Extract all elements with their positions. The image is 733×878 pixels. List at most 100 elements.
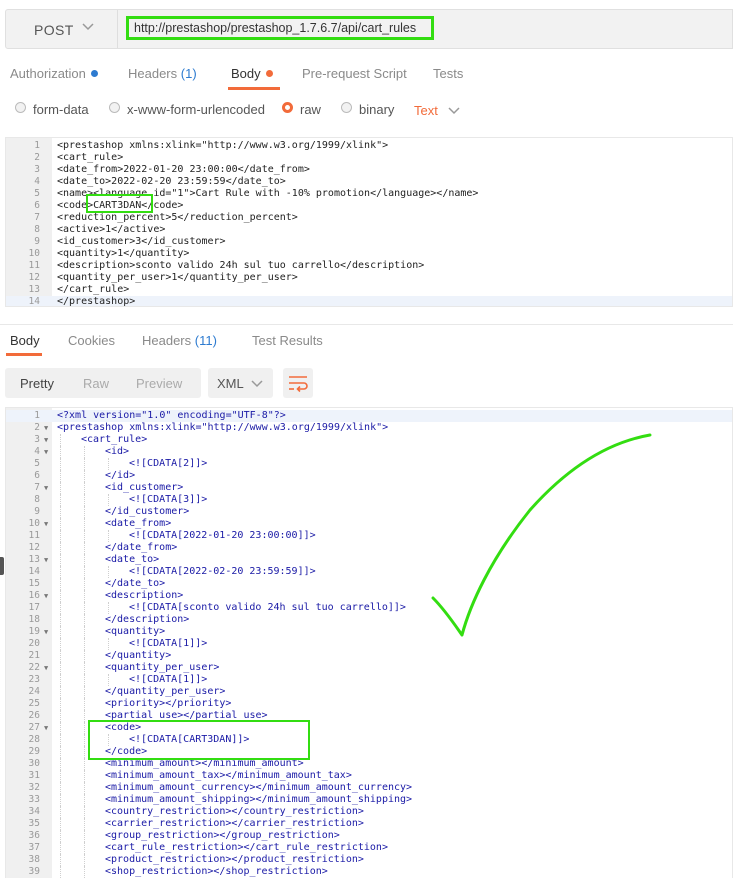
fold-toggle-icon[interactable]: ▼ (44, 662, 48, 674)
view-mode-switch: Pretty Raw Preview (5, 368, 201, 398)
line-number: 8 (34, 494, 40, 505)
url-input[interactable]: http://prestashop/prestashop_1.7.6.7/api… (126, 16, 434, 40)
fold-toggle-icon[interactable]: ▼ (44, 554, 48, 566)
fold-toggle-icon[interactable]: ▼ (44, 434, 48, 446)
wrap-lines-button[interactable] (283, 368, 313, 398)
line-number: 1 (34, 410, 40, 421)
indent-guide (60, 638, 61, 650)
fold-toggle-icon[interactable]: ▼ (44, 446, 48, 458)
indent-guide (84, 614, 85, 626)
tab-test-results[interactable]: Test Results (252, 333, 323, 348)
code-line: 8 <active>1</active> (6, 224, 732, 236)
indent-guide (84, 674, 85, 686)
indent-guide (60, 566, 61, 578)
request-body-editor[interactable]: 1 <prestashop xmlns:xlink="http://www.w3.… (5, 137, 733, 307)
indent-guide (60, 662, 61, 674)
indent-guide (84, 758, 85, 770)
code-text: <![CDATA[2022-01-20 23:00:00]]> (129, 530, 316, 541)
line-number: 3 (34, 434, 40, 445)
tab-count: (11) (194, 333, 217, 348)
line-number: 1 (34, 140, 40, 151)
panel-resize-handle[interactable] (0, 557, 4, 575)
tab-pre-request-script[interactable]: Pre-request Script (302, 66, 407, 81)
indent-guide (108, 674, 109, 686)
indent-guide (84, 866, 85, 878)
indent-guide (60, 446, 61, 458)
code-text: <![CDATA[1]]> (129, 674, 208, 685)
option-form-data-label: form-data (33, 102, 89, 117)
indent-guide (60, 770, 61, 782)
chevron-down-icon[interactable] (448, 107, 460, 115)
tab-label: Cookies (68, 333, 115, 348)
tab-tests[interactable]: Tests (433, 66, 463, 81)
code-text: <date_from> (105, 518, 172, 529)
view-pretty-button[interactable]: Pretty (20, 376, 54, 391)
indent-guide (60, 530, 61, 542)
wrap-lines-icon (289, 376, 308, 393)
radio-urlencoded[interactable] (109, 102, 120, 113)
indent-guide (60, 830, 61, 842)
indent-guide (84, 482, 85, 494)
tab-headers[interactable]: Headers (1) (128, 66, 197, 81)
line-number: 7 (34, 482, 40, 493)
indent-guide (84, 446, 85, 458)
code-text: <group_restriction></group_restriction> (105, 830, 340, 841)
indent-guide (60, 614, 61, 626)
indent-guide (60, 470, 61, 482)
code-text: <reduction_percent>5</reduction_percent> (57, 212, 298, 223)
active-tab-indicator (6, 353, 42, 356)
radio-raw[interactable] (282, 102, 293, 113)
url-text: http://prestashop/prestashop_1.7.6.7/api… (134, 21, 417, 35)
line-number: 18 (28, 614, 40, 625)
indent-guide (84, 722, 85, 734)
code-text: <cart_rule> (81, 434, 148, 445)
tab-cookies[interactable]: Cookies (68, 333, 115, 348)
radio-form-data[interactable] (15, 102, 26, 113)
code-text: <shop_restriction></shop_restriction> (105, 866, 328, 877)
view-preview-button[interactable]: Preview (136, 376, 182, 391)
code-line: 2 <cart_rule> (6, 152, 732, 164)
fold-toggle-icon[interactable]: ▼ (44, 518, 48, 530)
content-type-select[interactable]: Text (414, 103, 438, 118)
code-text: </date_from> (105, 542, 178, 553)
code-line: 12 <quantity_per_user>1</quantity_per_use… (6, 272, 732, 284)
code-line: 37 <cart_rule_restriction></cart_rule_res… (6, 842, 732, 854)
line-number: 4 (34, 176, 40, 187)
tab-body[interactable]: Body (231, 66, 273, 81)
code-text: </quantity> (105, 650, 172, 661)
fold-toggle-icon[interactable]: ▼ (44, 422, 48, 434)
radio-binary[interactable] (341, 102, 352, 113)
tab-response-headers[interactable]: Headers (11) (142, 333, 217, 348)
fold-toggle-icon[interactable]: ▼ (44, 722, 48, 734)
view-raw-button[interactable]: Raw (83, 376, 109, 391)
tab-response-body[interactable]: Body (10, 333, 40, 348)
code-line: 38 <product_restriction></product_restric… (6, 854, 732, 866)
indent-guide (60, 578, 61, 590)
line-number: 21 (28, 650, 40, 661)
request-code-lines: 1 <prestashop xmlns:xlink="http://www.w3.… (6, 140, 732, 306)
line-number: 5 (34, 188, 40, 199)
code-text: <![CDATA[2022-02-20 23:59:59]]> (129, 566, 316, 577)
line-number: 39 (28, 866, 40, 877)
response-tabs: Body Cookies Headers (11) Test Results (0, 324, 733, 356)
tab-authorization[interactable]: Authorization (10, 66, 98, 81)
indent-guide (60, 626, 61, 638)
fold-toggle-icon[interactable]: ▼ (44, 482, 48, 494)
indent-guide (60, 722, 61, 734)
indent-guide (84, 794, 85, 806)
format-select[interactable]: XML (208, 368, 273, 398)
line-number: 9 (34, 236, 40, 247)
code-text: </date_to> (105, 578, 166, 589)
indent-guide (60, 686, 61, 698)
method-select[interactable]: POST (6, 10, 118, 48)
fold-toggle-icon[interactable]: ▼ (44, 626, 48, 638)
fold-toggle-icon[interactable]: ▼ (44, 590, 48, 602)
code-text: <active>1</active> (57, 224, 166, 235)
indent-guide (60, 554, 61, 566)
indent-guide (84, 806, 85, 818)
tab-label: Test Results (252, 333, 323, 348)
indent-guide (60, 818, 61, 830)
line-number: 16 (28, 590, 40, 601)
line-number: 10 (28, 248, 40, 259)
code-text: </quantity_per_user> (105, 686, 226, 697)
